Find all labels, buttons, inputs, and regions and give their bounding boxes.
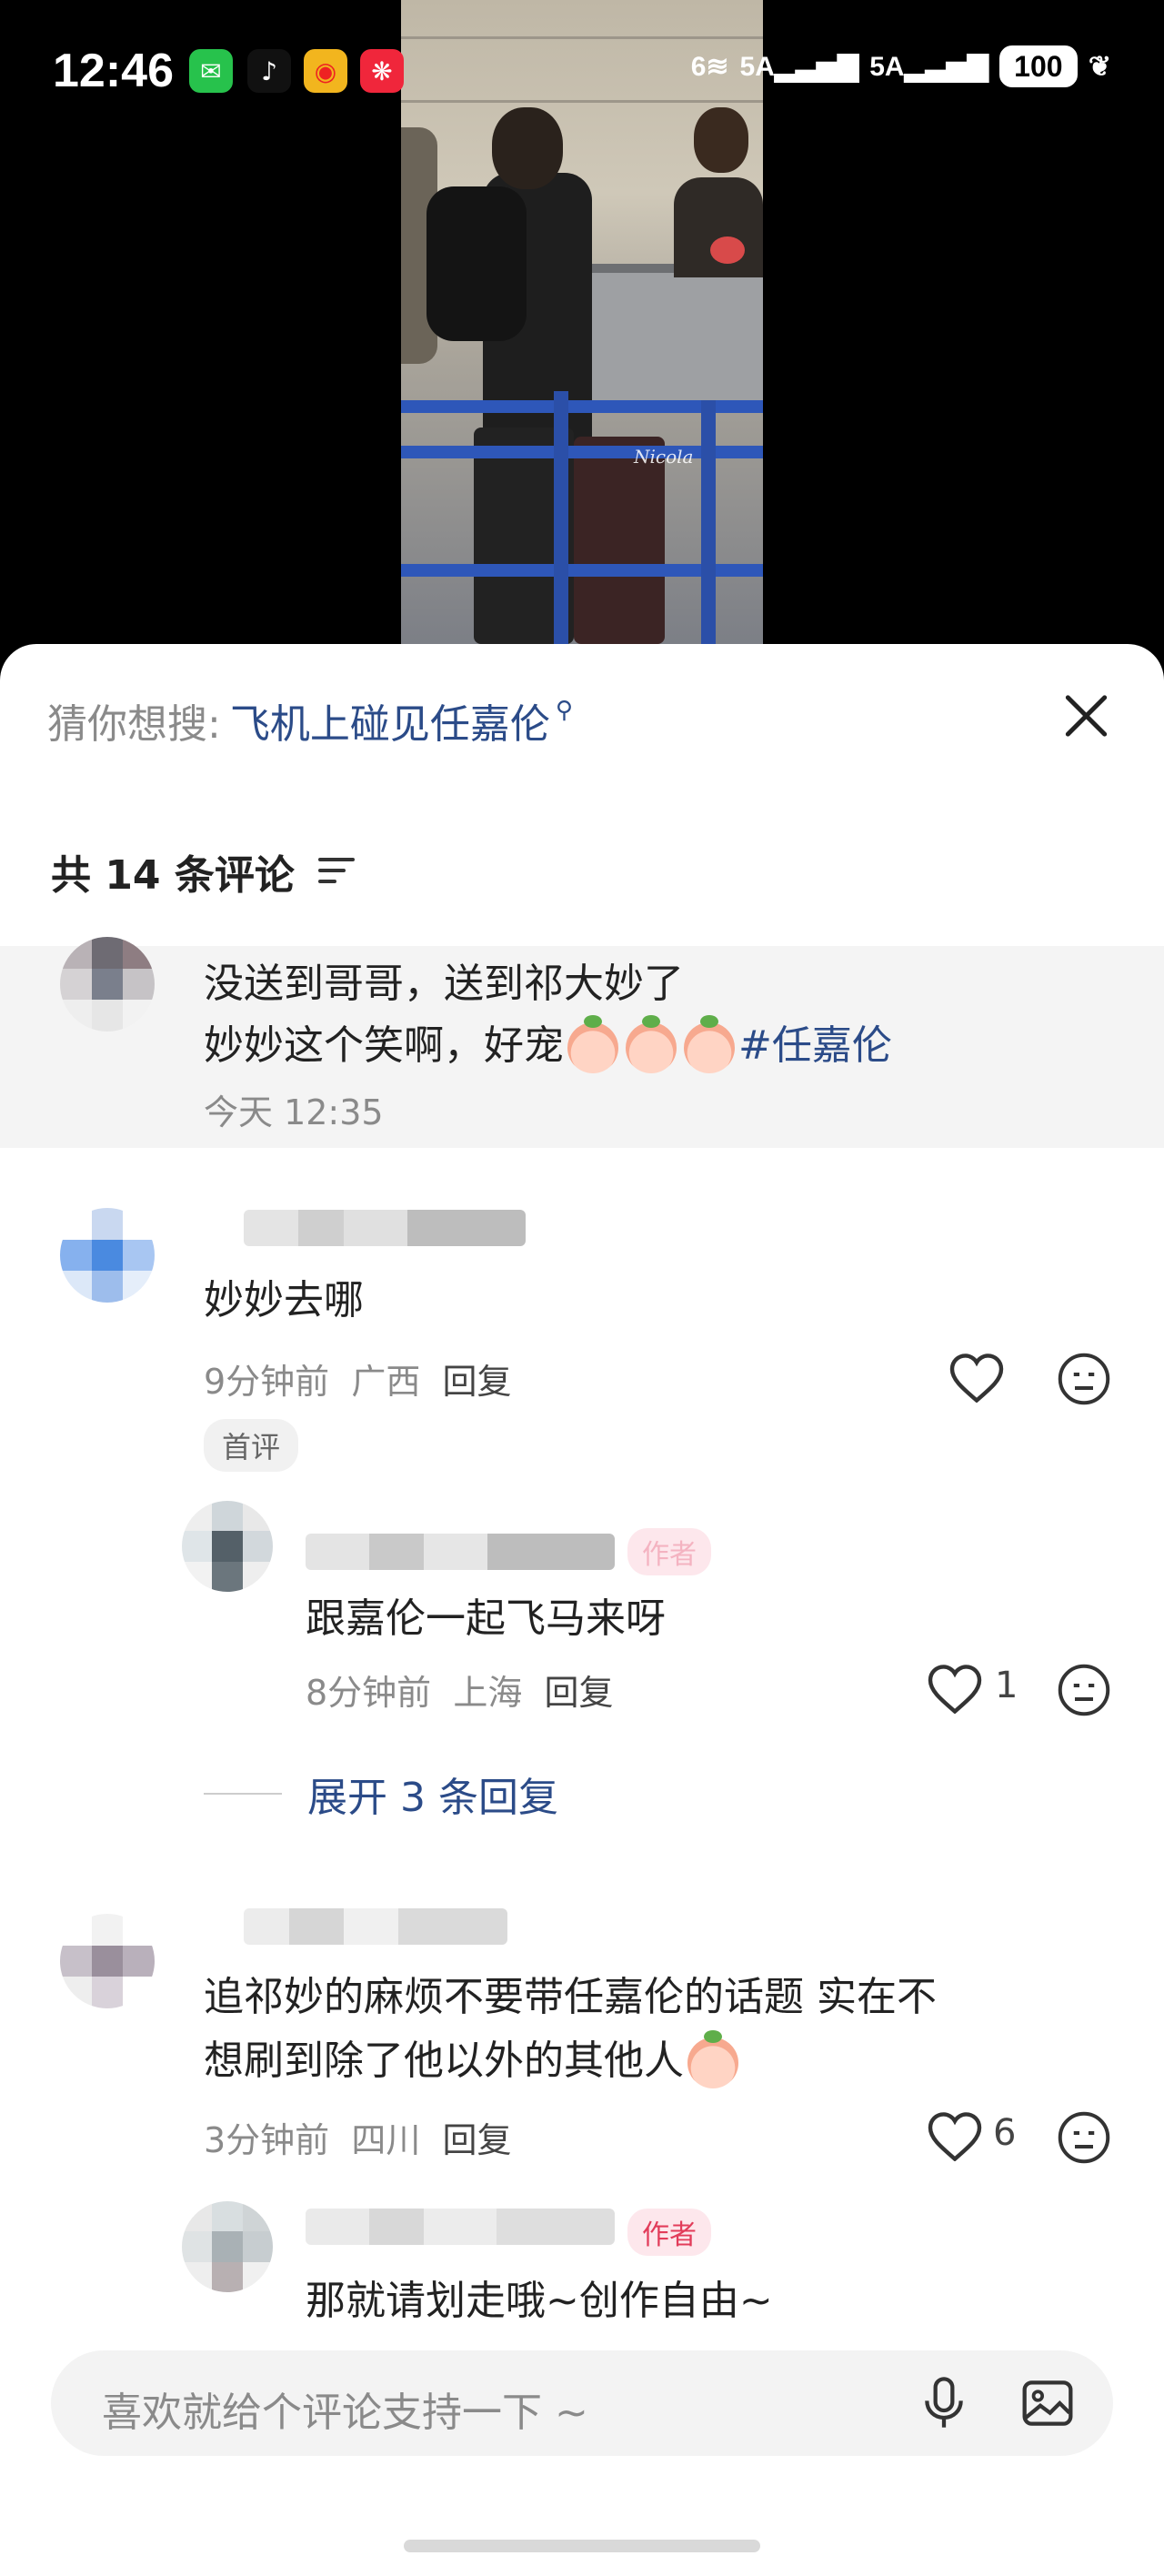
reply-text: 那就请划走哦~创作自由~ (306, 2278, 773, 2324)
emoji-icon (684, 1015, 735, 1073)
avatar[interactable] (60, 937, 155, 1031)
avatar[interactable] (182, 2201, 273, 2292)
comment-count-label: 共 14 条评论 (51, 852, 295, 899)
weibo-icon: ◉ (304, 49, 347, 93)
topic-link[interactable]: #任嘉伦 (738, 1022, 892, 1069)
status-time: 12:46 (53, 45, 174, 97)
search-icon: ⚲ (555, 697, 573, 724)
expand-divider (204, 1793, 282, 1795)
signal-icon-2: 5A▂▃▅▇ (869, 51, 988, 82)
image-icon[interactable] (1018, 2374, 1077, 2432)
comment-text-line2: 想刷到除了他以外的其他人 (204, 2030, 742, 2090)
avatar[interactable] (60, 1914, 155, 2008)
suggest-label: 猜你想搜: (47, 701, 221, 748)
comment-text-line2: 妙妙这个笑啊，好宠 #任嘉伦 (204, 1015, 892, 1075)
like-count: 1 (995, 1665, 1018, 1706)
search-suggestion[interactable]: 猜你想搜: 飞机上碰见任嘉伦 ⚲ (47, 691, 573, 750)
comment-count: 共 14 条评论 (51, 842, 355, 901)
comment-text: 追祁妙的麻烦不要带任嘉伦的话题 实在不 (204, 1974, 937, 2020)
comment-sheet: 猜你想搜: 飞机上碰见任嘉伦 ⚲ 共 14 条评论 没送到哥哥，送到祁大妙了 妙… (0, 644, 1164, 2576)
battery-icon: 100 (998, 45, 1078, 87)
comment-meta: 3分钟前 四川 回复 (204, 2120, 512, 2160)
suggest-query-link[interactable]: 飞机上碰见任嘉伦 (230, 691, 550, 750)
emoji-icon (567, 1015, 618, 1073)
comment-time: 今天 12:35 (204, 1092, 384, 1132)
emoji-icon (626, 1015, 677, 1073)
username-blurred[interactable] (244, 1210, 526, 1246)
microphone-icon[interactable] (915, 2374, 973, 2432)
dislike-icon[interactable] (1057, 2110, 1111, 2165)
xiaohongshu-icon: ❋ (360, 49, 404, 93)
username-blurred[interactable] (306, 1534, 615, 1570)
reply-button[interactable]: 回复 (443, 1362, 512, 1402)
wechat-icon: ✉ (189, 49, 233, 93)
reply-button[interactable]: 回复 (545, 1673, 614, 1713)
first-comment-tag: 首评 (204, 1419, 299, 1472)
reply-text: 跟嘉伦一起飞马来呀 (306, 1595, 666, 1642)
comment-text: 妙妙去哪 (204, 1277, 364, 1323)
emoji-icon (687, 2030, 738, 2088)
username-blurred[interactable] (244, 1908, 507, 1945)
username-blurred[interactable] (306, 2209, 615, 2245)
close-icon[interactable] (1059, 686, 1117, 744)
avatar[interactable] (60, 1208, 155, 1303)
author-tag: 作者 (627, 1528, 711, 1575)
reply-button[interactable]: 回复 (443, 2120, 512, 2160)
reply-meta: 8分钟前 上海 回复 (306, 1673, 614, 1713)
signal-icon-1: 5A▂▃▅▇ (739, 51, 859, 82)
like-icon[interactable] (949, 1353, 1004, 1404)
tiktok-icon: ♪ (247, 49, 291, 93)
dislike-icon[interactable] (1057, 1352, 1111, 1406)
comment-input-placeholder: 喜欢就给个评论支持一下 ~ (102, 2390, 588, 2436)
comment-text: 没送到哥哥，送到祁大妙了 (204, 961, 684, 1007)
expand-replies-label[interactable]: 展开 3 条回复 (307, 1765, 558, 1823)
author-tag: 作者 (627, 2209, 711, 2256)
video-watermark: Nicola (634, 446, 694, 468)
comment-meta: 9分钟前 广西 回复 (204, 1362, 512, 1402)
status-bar: 12:46 ✉ ♪ ◉ ❋ 6≋ 5A▂▃▅▇ 5A▂▃▅▇ 100 ❦ (0, 36, 1164, 109)
wifi-icon: 6≋ (690, 51, 729, 82)
like-icon[interactable] (928, 2112, 982, 2162)
sort-filter-icon[interactable] (317, 858, 355, 885)
highlighted-comment[interactable]: 没送到哥哥，送到祁大妙了 妙妙这个笑啊，好宠 #任嘉伦 今天 12:35 (0, 937, 1164, 1148)
like-count: 6 (993, 2112, 1017, 2154)
leaf-icon: ❦ (1088, 51, 1111, 82)
dislike-icon[interactable] (1057, 1663, 1111, 1717)
home-indicator[interactable] (404, 2540, 760, 2552)
expand-replies-button[interactable]: 展开 3 条回复 (204, 1765, 558, 1823)
like-icon[interactable] (928, 1665, 982, 1715)
avatar[interactable] (182, 1501, 273, 1592)
comment-input[interactable]: 喜欢就给个评论支持一下 ~ (51, 2350, 1113, 2456)
